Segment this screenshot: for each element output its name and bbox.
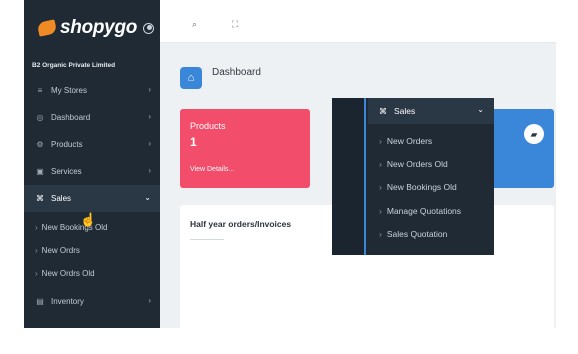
- sidebar-item-label: My Stores: [51, 86, 88, 95]
- arrow-right-icon: ›: [379, 182, 382, 193]
- card-value: 1: [190, 135, 197, 149]
- fullscreen-icon[interactable]: ⛶: [232, 19, 238, 30]
- chevron-right-icon: ›: [148, 139, 151, 148]
- flyout-item-new-orders-old[interactable]: › New Orders Old: [368, 152, 494, 175]
- sidebar-item-sales[interactable]: ⌘ Sales ⌄: [24, 185, 160, 212]
- flyout-item-new-orders[interactable]: › New Orders: [368, 129, 494, 152]
- submenu-item-label: New Ordrs Old: [41, 269, 95, 278]
- sidebar: shopygo B2 Organic Private Limited ≡ My …: [24, 0, 160, 328]
- chevron-down-icon: ⌄: [144, 193, 151, 202]
- submenu-item-new-ordrs[interactable]: › New Ordrs: [24, 239, 160, 262]
- submenu-item-label: New Bookings Old: [41, 223, 108, 232]
- sidebar-item-label: Sales: [51, 194, 72, 203]
- flyout-accent-line: [364, 98, 366, 255]
- mouse-cursor-icon: ☝: [80, 212, 97, 227]
- flyout-item-label: Manage Quotations: [386, 205, 462, 216]
- arrow-right-icon: ›: [35, 269, 38, 278]
- chevron-right-icon: ›: [148, 85, 151, 94]
- brand-name: shopygo: [60, 17, 138, 38]
- flyout-item-label: New Bookings Old: [386, 182, 457, 193]
- top-bar: ⌕ ⛶: [160, 0, 556, 43]
- submenu-item-label: New Ordrs: [41, 246, 80, 255]
- dashboard-icon: ◎: [36, 113, 44, 122]
- inventory-icon: ▤: [36, 297, 44, 306]
- view-details-link[interactable]: View Details...: [190, 166, 234, 173]
- app-frame: shopygo B2 Organic Private Limited ≡ My …: [24, 0, 556, 328]
- arrow-right-icon: ›: [379, 135, 382, 146]
- flyout-item-label: New Orders: [386, 135, 433, 146]
- divider: [190, 239, 224, 240]
- arrow-right-icon: ›: [379, 229, 382, 240]
- flyout-items: › New Orders › New Orders Old › New Book…: [368, 129, 494, 246]
- sidebar-nav: ≡ My Stores › ◎ Dashboard › ⚙ Products ›…: [24, 77, 160, 285]
- sidebar-item-products[interactable]: ⚙ Products ›: [24, 131, 160, 158]
- card-title: Products: [190, 121, 226, 131]
- brand-logo[interactable]: shopygo: [36, 16, 155, 40]
- flyout-rail: [332, 98, 364, 255]
- panel-title: Half year orders/Invoices: [190, 219, 292, 229]
- sidebar-item-services[interactable]: ▣ Services ›: [24, 158, 160, 185]
- flyout-item-label: New Orders Old: [386, 159, 448, 170]
- chevron-right-icon: ›: [148, 166, 151, 175]
- products-icon: ⚙: [36, 140, 44, 149]
- sidebar-item-my-stores[interactable]: ≡ My Stores ›: [24, 77, 160, 104]
- arrow-right-icon: ›: [379, 159, 382, 170]
- sidebar-item-inventory[interactable]: ▤ Inventory ›: [24, 288, 160, 315]
- flyout-item-manage-quotations[interactable]: › Manage Quotations: [368, 199, 494, 222]
- chevron-right-icon: ›: [148, 296, 151, 305]
- sidebar-item-label: Inventory: [51, 297, 84, 306]
- company-name: B2 Organic Private Limited: [32, 62, 116, 69]
- chevron-down-icon: ⌄: [477, 105, 484, 114]
- page-title: Dashboard: [212, 67, 261, 78]
- list-icon: ≡: [37, 86, 43, 95]
- flyout-item-sales-quotation[interactable]: › Sales Quotation: [368, 223, 494, 246]
- sidebar-item-label: Products: [51, 140, 83, 149]
- shopping-bag-icon: ▰: [524, 124, 544, 144]
- products-card: Products 1 View Details...: [180, 109, 310, 188]
- search-icon[interactable]: ⌕: [192, 19, 197, 30]
- sidebar-toggle-icon[interactable]: [143, 22, 155, 34]
- flyout-item-label: Sales Quotation: [386, 229, 448, 240]
- submenu-item-new-ordrs-old[interactable]: › New Ordrs Old: [24, 262, 160, 285]
- home-icon: ⌂: [180, 67, 202, 89]
- services-icon: ▣: [36, 167, 44, 176]
- arrow-right-icon: ›: [35, 246, 38, 255]
- sidebar-item-label: Dashboard: [51, 113, 91, 122]
- arrow-right-icon: ›: [35, 223, 38, 232]
- sidebar-item-dashboard[interactable]: ◎ Dashboard ›: [24, 104, 160, 131]
- flyout-item-new-bookings-old[interactable]: › New Bookings Old: [368, 176, 494, 199]
- sidebar-bottom: ▤ Inventory ›: [24, 288, 160, 315]
- chevron-right-icon: ›: [148, 112, 151, 121]
- sales-flyout-menu: ⌘ Sales ⌄ › New Orders › New Orders Old …: [332, 98, 494, 255]
- flyout-header-label: Sales: [394, 106, 416, 116]
- command-icon: ⌘: [379, 106, 387, 116]
- shopygo-logo-icon: [36, 19, 58, 37]
- command-icon: ⌘: [36, 194, 44, 203]
- arrow-right-icon: ›: [379, 205, 382, 216]
- flyout-header-sales[interactable]: ⌘ Sales ⌄: [368, 98, 494, 124]
- sidebar-item-label: Services: [51, 167, 82, 176]
